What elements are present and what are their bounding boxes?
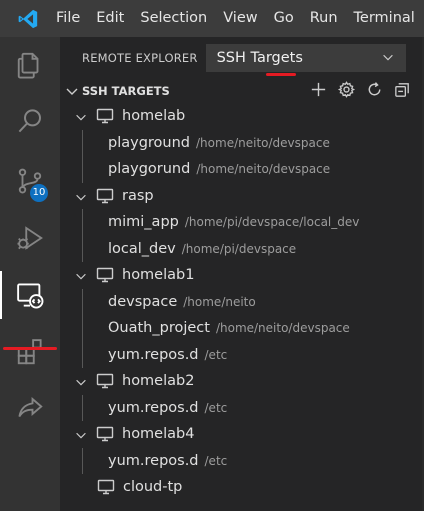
folder-label: mimi_app (108, 214, 179, 231)
folder-label: playground (108, 134, 191, 151)
remote-explorer-panel: REMOTE EXPLORER SSH Targets SSH TARGETS (60, 37, 424, 511)
host-label: homelab4 (122, 426, 195, 443)
indent-guide (82, 315, 83, 342)
chevron-down-icon (74, 374, 88, 388)
menu-file[interactable]: File (56, 0, 88, 37)
folder-label: playgorund (108, 161, 191, 178)
vscode-logo-icon (0, 0, 56, 37)
indent-guide (82, 156, 83, 183)
extensions-icon[interactable] (0, 328, 60, 376)
chevron-down-icon (64, 83, 80, 99)
folder-label: local_dev (108, 240, 176, 257)
dropdown-value: SSH Targets (216, 50, 303, 66)
indent-guide (82, 209, 83, 236)
folder-label: devspace (108, 293, 178, 310)
folder-path: /etc (204, 347, 228, 362)
host-label: homelab1 (122, 267, 195, 284)
monitor-icon (96, 188, 114, 204)
chevron-down-icon (74, 109, 88, 123)
folder-item[interactable]: yum.repos.d/etc (60, 447, 424, 474)
folder-item[interactable]: mimi_app/home/pi/devspace/local_dev (60, 209, 424, 236)
explorer-title: REMOTE EXPLORER (82, 51, 198, 65)
indent-guide (82, 341, 83, 368)
folder-path: /etc (204, 400, 228, 415)
host-item[interactable]: homelab2 (60, 368, 424, 395)
refresh-icon[interactable] (365, 80, 384, 103)
folder-label: yum.repos.d (108, 399, 199, 416)
folder-item[interactable]: yum.repos.d/etc (60, 394, 424, 421)
folder-path: /etc (204, 453, 228, 468)
folder-item[interactable]: Ouath_project/home/neito/devspace (60, 315, 424, 342)
ssh-targets-tree: homelab playground/home/neito/devspace pla… (60, 103, 424, 501)
monitor-icon (96, 373, 114, 389)
indent-guide (82, 394, 83, 421)
menu-terminal[interactable]: Terminal (346, 0, 423, 37)
host-label: rasp (122, 187, 154, 204)
menu-edit[interactable]: Edit (88, 0, 132, 37)
folder-path: /home/neito (183, 294, 256, 309)
folder-item[interactable]: local_dev/home/pi/devspace (60, 235, 424, 262)
folder-path: /home/pi/devspace/local_dev (184, 215, 360, 230)
folder-label: Ouath_project (108, 320, 210, 337)
highlight-underline (3, 347, 57, 350)
explorer-header: REMOTE EXPLORER SSH Targets (60, 37, 424, 79)
host-label: homelab2 (122, 373, 195, 390)
host-item[interactable]: homelab4 (60, 421, 424, 448)
monitor-icon (97, 479, 115, 495)
ssh-targets-section-header[interactable]: SSH TARGETS (60, 79, 424, 103)
chevron-down-icon (381, 49, 395, 68)
folder-item[interactable]: devspace/home/neito (60, 288, 424, 315)
host-label: cloud-tp (123, 479, 183, 496)
source-control-badge: 10 (30, 184, 48, 202)
host-item[interactable]: homelab1 (60, 262, 424, 289)
indent-guide (82, 235, 83, 262)
folder-item[interactable]: yum.repos.d/etc (60, 341, 424, 368)
run-debug-icon[interactable] (0, 214, 60, 262)
section-actions (309, 79, 412, 103)
folder-item[interactable]: playgorund/home/neito/devspace (60, 156, 424, 183)
indent-guide (82, 129, 83, 156)
section-title: SSH TARGETS (82, 84, 170, 98)
chevron-down-icon (74, 268, 88, 282)
explorer-icon[interactable] (0, 41, 60, 89)
activity-bar: 10 (0, 37, 60, 511)
indent-guide (82, 447, 83, 474)
folder-path: /home/pi/devspace (181, 241, 297, 256)
host-label: homelab (122, 108, 186, 125)
menu-bar: File Edit Selection View Go Run Terminal (0, 0, 424, 37)
live-share-icon[interactable] (0, 385, 60, 433)
search-icon[interactable] (0, 97, 60, 145)
indent-guide (82, 288, 83, 315)
vscode-window: File Edit Selection View Go Run Terminal (0, 0, 424, 511)
gear-highlight-underline (266, 73, 296, 76)
remote-type-dropdown[interactable]: SSH Targets (205, 44, 406, 72)
chevron-down-icon (74, 427, 88, 441)
host-item[interactable]: homelab (60, 103, 424, 130)
folder-label: yum.repos.d (108, 452, 199, 469)
monitor-icon (96, 267, 114, 283)
folder-path: /home/neito/devspace (196, 162, 331, 177)
monitor-icon (96, 108, 114, 124)
folder-item[interactable]: playground/home/neito/devspace (60, 129, 424, 156)
remote-explorer-icon[interactable] (0, 271, 60, 319)
folder-path: /home/neito/devspace (215, 321, 350, 336)
chevron-down-icon (74, 189, 88, 203)
folder-path: /home/neito/devspace (196, 135, 330, 150)
collapse-all-icon[interactable] (393, 80, 412, 103)
gear-icon[interactable] (337, 80, 356, 103)
menu-view[interactable]: View (215, 0, 265, 37)
menu-go[interactable]: Go (266, 0, 302, 37)
host-item[interactable]: rasp (60, 183, 424, 210)
add-icon[interactable] (309, 80, 328, 103)
menu-selection[interactable]: Selection (132, 0, 215, 37)
folder-label: yum.repos.d (108, 346, 199, 363)
menu-run[interactable]: Run (302, 0, 346, 37)
host-item[interactable]: cloud-tp (60, 474, 424, 501)
monitor-icon (96, 426, 114, 442)
source-control-icon[interactable]: 10 (0, 157, 60, 205)
